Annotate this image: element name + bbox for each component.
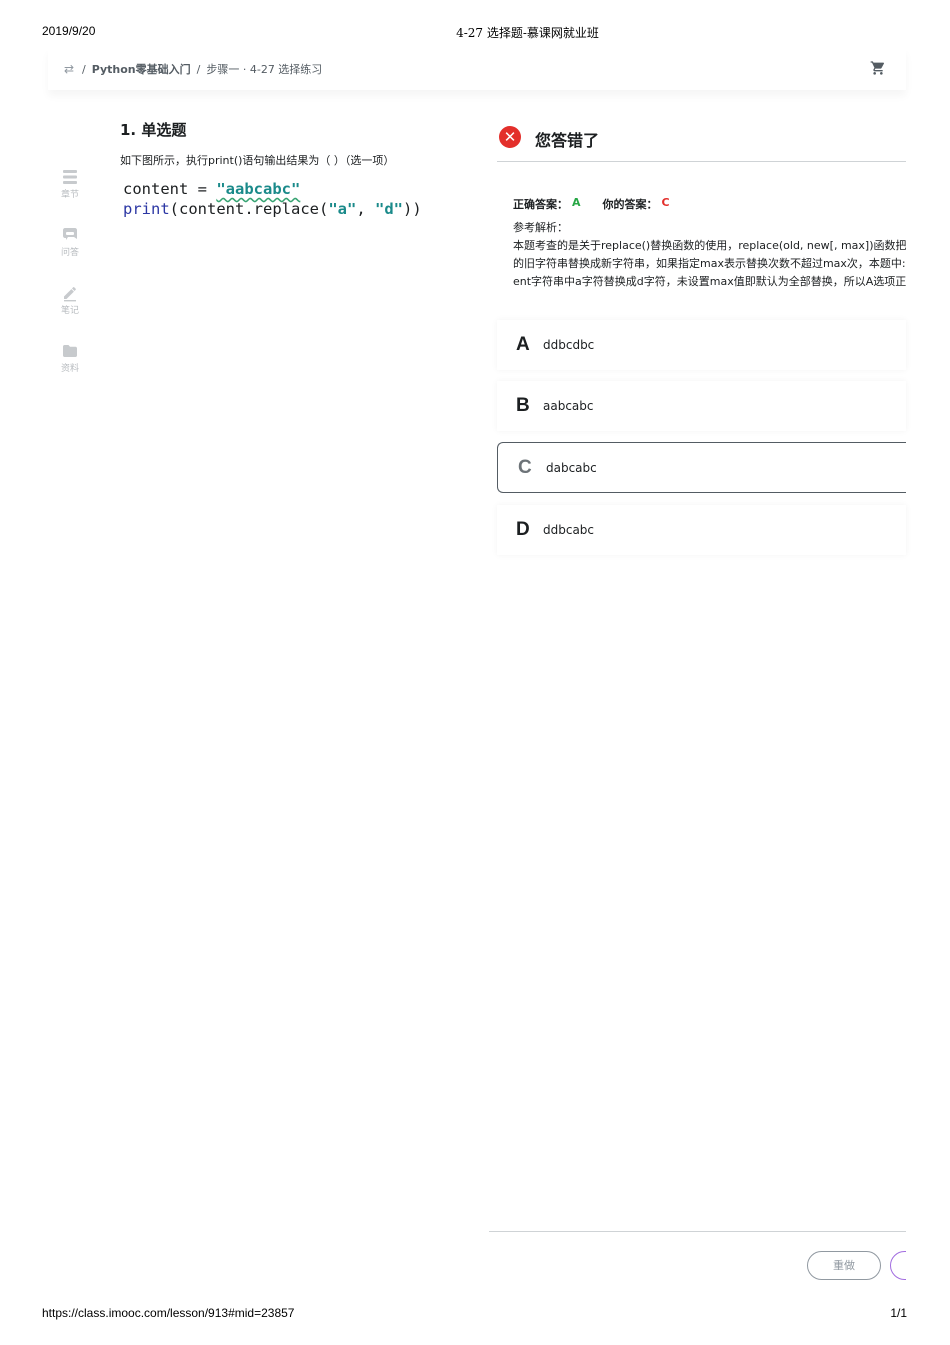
nav-note-label: 笔记 [60,306,79,316]
answer-summary: 正确答案： A 你的答案： C [513,196,670,212]
code-snippet: content = "aabcabc" print(content.replac… [123,179,422,219]
print-page-number: 1/1 [890,1306,907,1320]
print-title: 4-27 选择题-慕课网就业班 [456,26,599,40]
code-token: = [188,180,217,198]
option-text: ddbcabc [543,523,595,537]
option-d[interactable]: D ddbcabc [497,505,906,555]
side-nav: 章节 问答 笔记 资料 [52,168,88,400]
code-string: "d" [374,200,403,218]
breadcrumb-step: 步骤一 · 4-27 选择练习 [206,63,323,76]
question-text: 如下图所示，执行print()语句输出结果为（ ）（选一项） [120,154,395,167]
analysis: 参考解析： 本题考查的是关于replace()替换函数的使用，replace(o… [513,219,906,291]
code-token: content [123,180,189,198]
nav-materials-label: 资料 [60,364,79,374]
note-icon [64,287,76,302]
folder-icon [63,345,77,357]
nav-chapter-label: 章节 [60,190,79,200]
analysis-line: 本题考查的是关于replace()替换函数的使用，replace(old, ne… [513,239,906,252]
switch-icon[interactable]: ⇄ [62,62,76,76]
option-letter: D [516,519,530,540]
top-bar: ⇄ / Python零基础入门 / 步骤一 · 4-27 选择练习 [48,48,906,90]
analysis-label: 参考解析： [513,221,568,234]
option-c[interactable]: C dabcabc [497,442,906,493]
question-title: 1. 单选题 [120,121,187,139]
code-string: "a" [328,200,357,218]
cart-icon[interactable] [870,60,886,76]
correct-answer-label: 正确答案： [513,198,568,211]
option-a[interactable]: A ddbcdbc [497,320,906,370]
nav-qa[interactable]: 问答 [52,226,88,284]
option-letter: B [516,395,530,416]
analysis-line: ent字符串中a字符替换成d字符，未设置max值即默认为全部替换，所以A选项正 [513,275,906,288]
wrong-icon: ✕ [499,126,521,148]
nav-materials[interactable]: 资料 [52,342,88,400]
analysis-line: 的旧字符串替换成新字符串，如果指定max表示替换次数不超过max次，本题中: [513,257,906,270]
result-header: ✕ 您答错了 [497,122,906,162]
result-status: 您答错了 [535,131,600,150]
breadcrumb: ⇄ / Python零基础入门 / 步骤一 · 4-27 选择练习 [62,61,322,77]
nav-chapter[interactable]: 章节 [52,168,88,226]
next-button[interactable] [890,1251,906,1280]
option-letter: A [516,334,530,355]
your-answer-value: C [661,196,670,209]
your-answer-label: 你的答案： [602,198,658,211]
chapter-icon [63,170,77,184]
option-text: aabcabc [543,399,594,413]
print-url: https://class.imooc.com/lesson/913#mid=2… [42,1306,295,1320]
nav-note[interactable]: 笔记 [52,284,88,342]
correct-answer-value: A [572,196,581,209]
code-token: )) [402,200,422,218]
breadcrumb-separator: / [82,62,86,76]
code-token: (content.replace( [169,200,329,218]
breadcrumb-separator: / [196,62,201,76]
option-text: ddbcdbc [543,338,595,352]
code-string: "aabcabc" [216,180,301,198]
redo-button[interactable]: 重做 [807,1251,881,1280]
option-letter: C [518,456,532,478]
nav-qa-label: 问答 [60,248,79,258]
code-token: , [356,200,375,218]
footer-divider [489,1231,906,1232]
breadcrumb-course[interactable]: Python零基础入门 [92,61,191,77]
option-b[interactable]: B aabcabc [497,381,906,431]
qa-icon [63,228,77,240]
code-keyword: print [123,200,170,218]
option-text: dabcabc [546,460,597,475]
